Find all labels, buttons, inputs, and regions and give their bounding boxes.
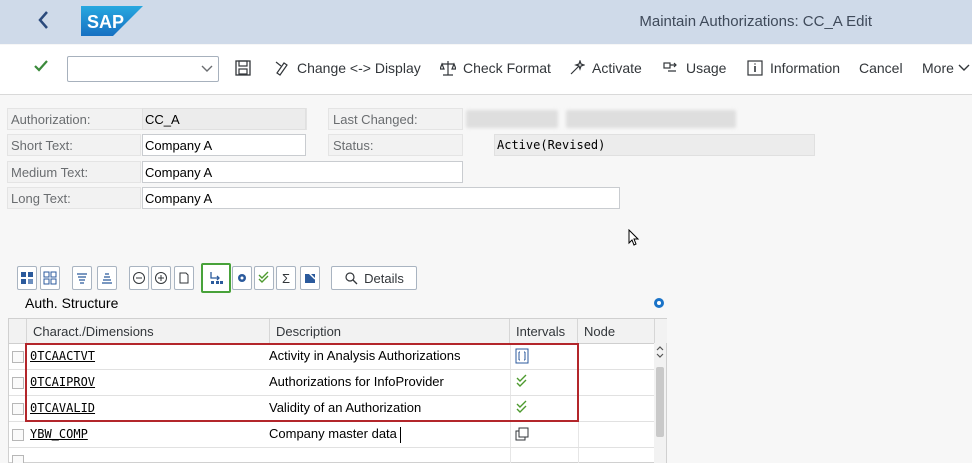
row-selector[interactable] (12, 403, 24, 415)
export-icon (305, 271, 316, 283)
sap-logo-text: SAP (87, 12, 124, 32)
more-button[interactable]: More (922, 60, 971, 76)
usage-label: Usage (686, 60, 727, 76)
column-header-description[interactable]: Description (270, 319, 510, 344)
details-button[interactable]: Details (331, 266, 417, 290)
collapse-tree-icon (43, 271, 57, 285)
scrollbar-thumb[interactable] (656, 367, 664, 437)
status-label: Status: (333, 138, 374, 153)
change-display-icon (275, 61, 288, 76)
header-filler (655, 319, 667, 344)
column-header-intervals[interactable]: Intervals (510, 319, 578, 344)
activate-icon (570, 60, 585, 75)
long-text-label: Long Text: (11, 191, 71, 206)
short-text-label: Short Text: (11, 138, 73, 153)
back-button[interactable] (36, 9, 58, 33)
collapse-all-button[interactable] (40, 266, 60, 290)
dimension-description: Company master data (269, 426, 397, 441)
activate-label: Activate (592, 60, 642, 76)
mouse-cursor-icon (628, 229, 640, 246)
check-format-label: Check Format (463, 60, 551, 76)
activate-button[interactable]: Activate (569, 60, 642, 76)
change-display-label: Change <-> Display (297, 60, 421, 76)
document-icon (179, 272, 189, 284)
details-label: Details (364, 270, 404, 286)
authorization-label: Authorization: (11, 112, 91, 127)
last-changed-user-redacted (466, 110, 558, 128)
shell-bar: SAP Maintain Authorizations: CC_A Edit (0, 0, 972, 44)
page-title: Maintain Authorizations: CC_A Edit (639, 13, 872, 30)
expand-all-button[interactable] (17, 266, 37, 290)
chevron-left-icon (38, 11, 48, 29)
information-button[interactable]: Information (747, 60, 840, 76)
save-icon[interactable] (234, 59, 252, 77)
dimension-link[interactable]: YBW_COMP (27, 423, 269, 446)
short-text-field[interactable]: Company A (142, 134, 306, 156)
insert-special-dimension-button[interactable] (201, 263, 231, 293)
select-column-header[interactable] (9, 319, 27, 344)
table-scrollbar[interactable] (654, 343, 666, 463)
change-display-button[interactable]: Change <-> Display (274, 60, 421, 76)
cancel-label: Cancel (859, 60, 903, 76)
auth-structure-title: Auth. Structure (25, 295, 119, 311)
row-selector[interactable] (12, 429, 24, 441)
chevron-down-icon (958, 64, 970, 71)
plus-circle-icon (155, 272, 167, 284)
long-text-field[interactable]: Company A (142, 187, 620, 209)
highlight-box (25, 343, 579, 422)
sum-button[interactable]: Σ (276, 266, 296, 290)
sap-logo: SAP (81, 6, 143, 36)
status-field: Active(Revised) (494, 134, 815, 156)
table-row[interactable]: YBW_COMP Company master data (9, 422, 655, 448)
usage-button[interactable]: Usage (663, 60, 726, 76)
delete-row-button[interactable] (129, 266, 149, 290)
table-settings-icon[interactable] (652, 296, 666, 310)
sort-descending-icon (102, 273, 112, 284)
check-icon (34, 60, 48, 72)
search-icon (345, 272, 358, 285)
table-row[interactable] (9, 448, 655, 463)
expand-tree-icon (21, 272, 33, 284)
column-header-node[interactable]: Node (578, 319, 655, 344)
usage-icon (663, 62, 677, 72)
information-icon (747, 60, 763, 76)
confirm-check-button[interactable] (33, 58, 49, 79)
check-format-button[interactable]: Check Format (440, 60, 551, 76)
double-check-icon (258, 271, 269, 283)
scroll-arrows-icon[interactable] (654, 343, 666, 361)
copy-icon[interactable] (514, 426, 530, 442)
chevron-down-icon (201, 65, 213, 72)
sort-ascending-button[interactable] (72, 266, 92, 290)
row-selector[interactable] (12, 377, 24, 389)
medium-text-field[interactable]: Company A (142, 161, 463, 183)
settings-button[interactable] (232, 266, 252, 290)
check-all-button[interactable] (254, 266, 274, 290)
copy-row-button[interactable] (174, 266, 194, 290)
row-selector[interactable] (12, 351, 24, 363)
column-header-dimensions[interactable]: Charact./Dimensions (27, 319, 270, 344)
text-caret (400, 427, 401, 443)
sigma-icon: Σ (281, 270, 291, 286)
sort-descending-button[interactable] (97, 266, 117, 290)
medium-text-label: Medium Text: (11, 165, 89, 180)
minus-circle-icon (133, 272, 145, 284)
information-label: Information (770, 60, 841, 76)
row-selector[interactable] (12, 455, 24, 463)
last-changed-date-redacted (566, 110, 736, 128)
insert-special-icon (210, 272, 223, 284)
sort-ascending-icon (77, 273, 87, 284)
application-toolbar: Change <-> Display Check Format Activate… (0, 45, 972, 95)
cog-icon (238, 274, 246, 282)
export-button[interactable] (300, 266, 320, 290)
more-label: More (922, 60, 954, 76)
insert-row-button[interactable] (151, 266, 171, 290)
authorization-field: CC_A (142, 108, 306, 130)
check-format-icon (440, 61, 456, 76)
last-changed-label: Last Changed: (333, 112, 418, 127)
command-field[interactable] (67, 56, 219, 82)
cancel-button[interactable]: Cancel (859, 60, 903, 76)
